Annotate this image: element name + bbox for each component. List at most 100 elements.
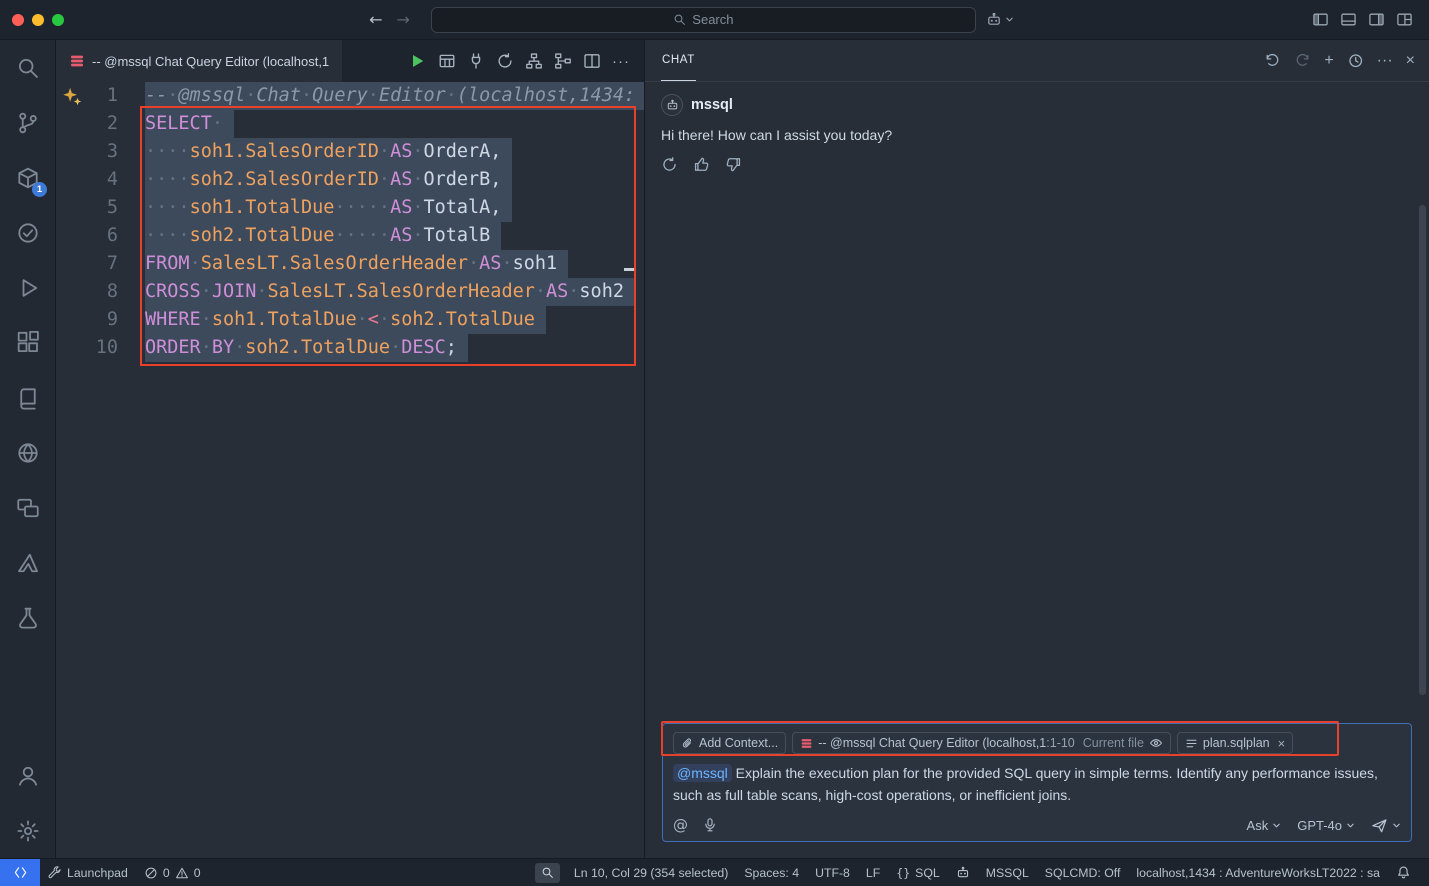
chat-more-button[interactable]: ··· (1377, 53, 1393, 69)
sidebar-item-accounts[interactable] (0, 748, 56, 803)
regenerate-button[interactable] (661, 156, 678, 173)
send-button[interactable] (1371, 817, 1401, 834)
table-icon (438, 52, 456, 70)
code-line[interactable]: 8CROSS·JOIN·SalesLT.SalesOrderHeader·AS·… (56, 278, 644, 306)
magnifier-icon (541, 866, 554, 879)
tab-chat[interactable]: CHAT (661, 40, 696, 81)
estimated-plan-button[interactable] (554, 52, 572, 70)
remote-indicator[interactable] (0, 859, 40, 886)
code-line[interactable]: 5····soh1.TotalDue·····AS·TotalA, (56, 194, 644, 222)
code-line[interactable]: 10ORDER·BY·soh2.TotalDue·DESC; (56, 334, 644, 362)
tab-title: -- @mssql Chat Query Editor (localhost,1 (92, 54, 329, 69)
editor-tab[interactable]: -- @mssql Chat Query Editor (localhost,1 (56, 40, 342, 82)
sidebar-item-connections[interactable]: 1 (0, 150, 56, 205)
layout-controls (1312, 11, 1413, 28)
close-window-button[interactable] (12, 14, 24, 26)
sidebar-item-settings[interactable] (0, 803, 56, 858)
results-grid-button[interactable] (438, 52, 456, 70)
sidebar-item-sql-projects[interactable] (0, 590, 56, 645)
copilot-sparkle-icon[interactable] (62, 86, 82, 106)
sidebar-item-search[interactable] (0, 40, 56, 95)
copilot-menu-button[interactable] (986, 12, 1014, 28)
sidebar-item-remote-explorer[interactable] (0, 480, 56, 535)
mode-label: Ask (1247, 818, 1269, 833)
thumbs-up-button[interactable] (693, 156, 710, 173)
code-line[interactable]: 9WHERE·soh1.TotalDue·<·soh2.TotalDue (56, 306, 644, 334)
account-icon (16, 764, 40, 788)
sidebar-item-run-debug[interactable] (0, 260, 56, 315)
sidebar-item-github[interactable] (0, 425, 56, 480)
mic-button[interactable] (702, 817, 718, 833)
selection-highlight: CROSS·JOIN·SalesLT.SalesOrderHeader·AS·s… (145, 278, 635, 306)
encoding-indicator[interactable]: UTF-8 (807, 859, 858, 886)
chat-scrollbar[interactable] (1419, 205, 1426, 695)
split-editor-button[interactable] (583, 52, 601, 70)
show-schema-button[interactable] (525, 52, 543, 70)
chevron-down-icon (1272, 821, 1281, 830)
sidebar-item-source-control[interactable] (0, 95, 56, 150)
code-line[interactable]: 3····soh1.SalesOrderID·AS·OrderA, (56, 138, 644, 166)
context-chip-plan-file[interactable]: plan.sqlplan × (1177, 732, 1293, 754)
mode-selector[interactable]: Ask (1247, 818, 1282, 833)
editor-actions: ··· (407, 40, 644, 82)
context-chip-current-file[interactable]: -- @mssql Chat Query Editor (localhost,1… (792, 732, 1171, 754)
gear-icon (16, 819, 40, 843)
launchpad-button[interactable]: Launchpad (40, 859, 136, 886)
cursor-position-indicator[interactable]: Ln 10, Col 29 (354 selected) (566, 859, 737, 886)
notifications-bell-button[interactable] (1388, 859, 1419, 886)
code-line[interactable]: 2SELECT· (56, 110, 644, 138)
zoom-indicator[interactable] (535, 863, 560, 883)
disconnect-button[interactable] (467, 52, 485, 70)
chat-close-button[interactable]: × (1406, 53, 1415, 69)
model-label: GPT-4o (1297, 818, 1342, 833)
indentation-indicator[interactable]: Spaces: 4 (736, 859, 807, 886)
sidebar-item-extensions[interactable] (0, 315, 56, 370)
model-selector[interactable]: GPT-4o (1297, 818, 1355, 833)
bot-icon (956, 866, 970, 880)
message-actions (661, 156, 1413, 173)
new-chat-button[interactable]: + (1324, 53, 1333, 69)
connection-status[interactable]: localhost,1434 : AdventureWorksLT2022 : … (1128, 859, 1388, 886)
code-line[interactable]: 6····soh2.TotalDue·····AS·TotalB (56, 222, 644, 250)
maximize-window-button[interactable] (52, 14, 64, 26)
chat-undo-button[interactable] (1264, 52, 1281, 69)
navigate-back-button[interactable]: ← (362, 10, 389, 29)
chip-file-label: -- @mssql Chat Query Editor (localhost,1… (818, 736, 1075, 750)
customize-layout-button[interactable] (1396, 11, 1413, 28)
code-line[interactable]: 7FROM·SalesLT.SalesOrderHeader·AS·soh1 (56, 250, 644, 278)
language-indicator[interactable]: {}SQL (888, 859, 947, 886)
eol-indicator[interactable]: LF (858, 859, 888, 886)
mssql-status-button[interactable]: MSSQL (978, 859, 1037, 886)
sidebar-item-azure[interactable] (0, 535, 56, 590)
chat-redo-button[interactable] (1294, 52, 1311, 69)
problems-button[interactable]: 0 0 (136, 859, 209, 886)
editor-content[interactable]: 1--·@mssql·Chat·Query·Editor·(localhost,… (56, 82, 644, 858)
add-context-button[interactable]: Add Context... (673, 732, 786, 754)
toggle-panel-button[interactable] (1340, 11, 1357, 28)
sidebar-item-notebooks[interactable] (0, 370, 56, 425)
sidebar-item-testing[interactable] (0, 205, 56, 260)
navigate-forward-button[interactable]: → (390, 10, 417, 29)
editor-more-actions-button[interactable]: ··· (612, 53, 630, 70)
code-line[interactable]: 1--·@mssql·Chat·Query·Editor·(localhost,… (56, 82, 644, 110)
minimize-window-button[interactable] (32, 14, 44, 26)
chat-input-text[interactable]: @mssql Explain the execution plan for th… (673, 763, 1401, 806)
change-connection-button[interactable] (496, 52, 514, 70)
run-query-button[interactable] (407, 51, 427, 71)
chat-history-button[interactable] (1347, 52, 1364, 69)
close-icon: × (1406, 53, 1415, 69)
chat-input-body: Explain the execution plan for the provi… (673, 765, 1378, 803)
mssql-file-icon (69, 53, 85, 69)
warning-count: 0 (194, 866, 201, 880)
sqlcmd-toggle[interactable]: SQLCMD: Off (1037, 859, 1129, 886)
code-line[interactable]: 4····soh2.SalesOrderID·AS·OrderB, (56, 166, 644, 194)
toggle-primary-sidebar-button[interactable] (1312, 11, 1329, 28)
remove-chip-icon[interactable]: × (1278, 736, 1286, 751)
copilot-status-button[interactable] (948, 859, 978, 886)
microphone-icon (702, 817, 718, 833)
mention-button[interactable]: @ (673, 816, 688, 834)
search-input[interactable]: Search (431, 7, 976, 33)
toggle-secondary-sidebar-button[interactable] (1368, 11, 1385, 28)
activity-bar: 1 (0, 40, 56, 858)
thumbs-down-button[interactable] (725, 156, 742, 173)
